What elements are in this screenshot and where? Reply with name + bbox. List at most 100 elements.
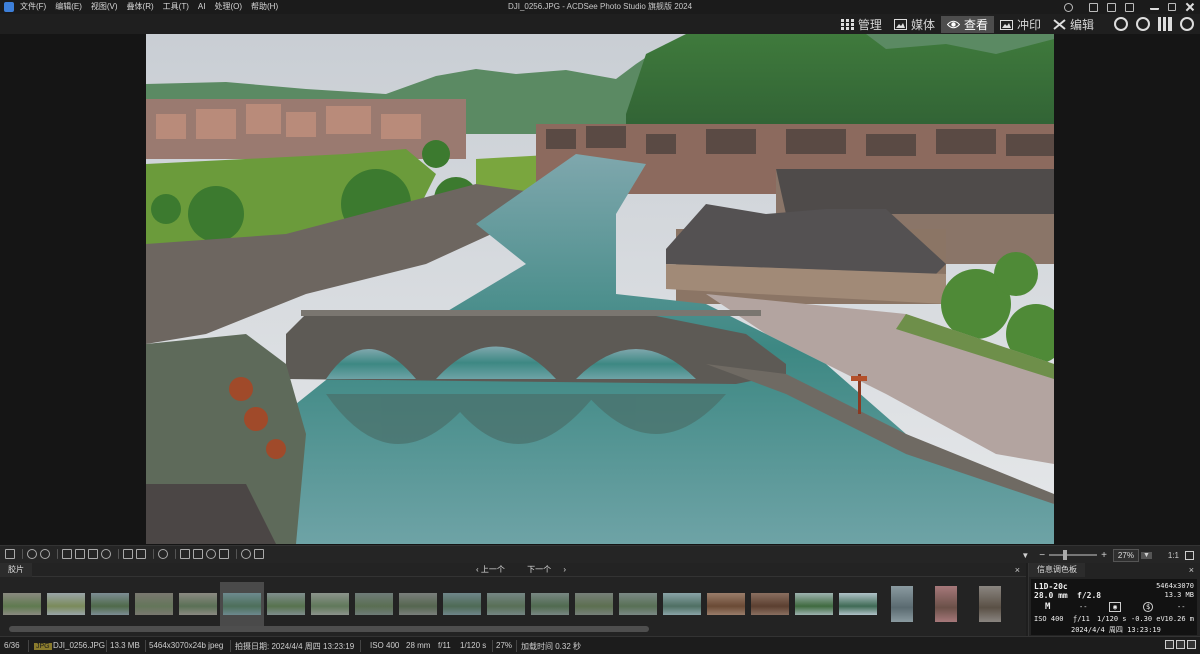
histogram-icon[interactable] (1158, 17, 1172, 31)
zoom-value[interactable]: 27% (1112, 548, 1139, 562)
compare-icon[interactable] (180, 549, 190, 559)
account-icon[interactable] (1064, 2, 1073, 12)
filmstrip-thumbnail[interactable] (619, 582, 657, 626)
360-icon[interactable] (1136, 17, 1150, 31)
thumbnail-image (487, 593, 525, 615)
fit-window-icon[interactable] (1185, 550, 1194, 560)
print-icon[interactable] (5, 549, 15, 559)
status-filename: DJI_0256.JPG (53, 641, 106, 650)
filmstrip-thumbnail[interactable] (531, 582, 569, 626)
fullscreen-icon[interactable] (136, 549, 146, 559)
info-icon[interactable] (219, 549, 229, 559)
filmstrip-thumbnail[interactable] (135, 582, 173, 626)
eye-icon (946, 20, 960, 29)
fit-screen-icon[interactable] (123, 549, 133, 559)
file-size: 13.3 MB (1164, 591, 1194, 599)
mode-develop[interactable]: 冲印 (994, 16, 1047, 33)
rotate-left-icon[interactable] (27, 549, 37, 559)
select-icon[interactable] (62, 549, 72, 559)
next-button[interactable]: 下一个 › (527, 565, 566, 574)
mode-media[interactable]: 媒体 (888, 16, 941, 33)
filmstrip-close-button[interactable]: × (1015, 563, 1020, 577)
status-divider (516, 640, 517, 652)
filmstrip-thumbnail[interactable] (839, 582, 877, 626)
filmstrip-thumbnail[interactable] (883, 582, 921, 626)
filmstrip-thumbnail[interactable] (311, 582, 349, 626)
filmstrip-thumbnail[interactable] (795, 582, 833, 626)
toolbar-divider (175, 549, 176, 559)
view-toolbar: ▼ − + 27% ▼ 1:1 (0, 545, 1200, 563)
zoom-tool-icon[interactable] (101, 549, 111, 559)
filmstrip-thumbnail[interactable] (707, 582, 745, 626)
mode-edit[interactable]: 编辑 (1047, 16, 1100, 33)
filmstrip-thumbnail[interactable] (267, 582, 305, 626)
minimize-icon[interactable] (1150, 5, 1159, 10)
filmstrip-scrollbar[interactable] (9, 626, 649, 632)
restore-icon[interactable] (1168, 3, 1176, 11)
info-palette-tab[interactable]: 信息调色板 (1029, 563, 1085, 577)
zoom-slider-knob[interactable] (1063, 550, 1068, 560)
zoom-out-icon[interactable]: − (1039, 550, 1045, 561)
edit-tools-icon (1053, 19, 1066, 30)
rotate-right-icon[interactable] (40, 549, 50, 559)
filmstrip-thumbnail[interactable] (927, 582, 965, 626)
view-mode-1-icon[interactable] (1165, 640, 1174, 649)
filmstrip-header: 胶片 ‹ 上一个 下一个 › × (0, 563, 1026, 577)
mode-manage-label: 管理 (857, 18, 882, 32)
filmstrip-thumbnail[interactable] (487, 582, 525, 626)
color-icon[interactable] (206, 549, 216, 559)
thumbnail-image (979, 586, 1001, 622)
close-icon[interactable] (1185, 3, 1194, 12)
prev-button[interactable]: ‹ 上一个 (476, 565, 515, 574)
thumbnail-image (663, 593, 701, 615)
main-photo[interactable] (146, 34, 1054, 544)
filmstrip-thumbnail[interactable] (443, 582, 481, 626)
filmstrip-thumbnail[interactable] (179, 582, 217, 626)
filmstrip-thumbnail[interactable] (971, 582, 1009, 626)
info-palette-close-button[interactable]: × (1189, 563, 1194, 577)
zoom-in-icon[interactable]: + (1101, 550, 1107, 561)
mode-edit-label: 编辑 (1069, 18, 1094, 32)
mode-manage[interactable]: 管理 (835, 16, 888, 33)
media-icon (893, 19, 907, 30)
image-dimensions: 5464x3070 (1156, 582, 1194, 590)
view-mode-2-icon[interactable] (1176, 640, 1185, 649)
zoom-dropdown-icon[interactable]: ▼ (1021, 551, 1029, 560)
flash-icon: $ (1143, 602, 1154, 612)
status-index: 6/36 (4, 641, 20, 650)
filmstrip-thumbnail[interactable] (355, 582, 393, 626)
exposure-bias: -0.30 eV (1131, 615, 1165, 623)
eye-icon[interactable] (1180, 17, 1194, 31)
adjust-icon[interactable] (193, 549, 203, 559)
hand-tool-icon[interactable] (75, 549, 85, 559)
layout-bottom-icon[interactable] (1107, 2, 1116, 12)
status-divider (360, 640, 361, 652)
filmstrip-panel: 胶片 ‹ 上一个 下一个 › × (0, 563, 1026, 636)
settings-icon[interactable] (158, 549, 168, 559)
layout-left-icon[interactable] (1089, 2, 1098, 12)
slideshow-icon[interactable] (241, 549, 251, 559)
people-icon[interactable] (1114, 17, 1128, 31)
thumbnail-image (839, 593, 877, 615)
marquee-icon[interactable] (88, 549, 98, 559)
toolbar-divider (236, 549, 237, 559)
layout-right-icon[interactable] (1125, 2, 1134, 12)
status-bar: 6/36 JPG DJI_0256.JPG 13.3 MB 5464x3070x… (0, 636, 1200, 654)
actual-size-button[interactable]: 1:1 (1168, 551, 1179, 560)
filmstrip-thumbnail[interactable] (575, 582, 613, 626)
image-viewer[interactable] (0, 34, 1200, 545)
zoom-value-dropdown-icon[interactable]: ▼ (1140, 551, 1152, 559)
filmstrip-thumbnail[interactable] (47, 582, 85, 626)
filmstrip-thumbnail[interactable] (663, 582, 701, 626)
view-mode-3-icon[interactable] (1187, 640, 1196, 649)
filmstrip-thumbnail[interactable] (399, 582, 437, 626)
zoom-slider[interactable] (1049, 550, 1098, 560)
mode-view[interactable]: 查看 (940, 16, 994, 33)
filmstrip-thumbnail[interactable] (751, 582, 789, 626)
status-focal: 28 mm (406, 641, 431, 650)
more-icon[interactable] (254, 549, 264, 559)
filmstrip-thumbnail[interactable] (3, 582, 41, 626)
filmstrip-thumbnail[interactable] (220, 582, 264, 626)
filmstrip-thumbnail[interactable] (91, 582, 129, 626)
filmstrip-tab[interactable]: 胶片 (0, 563, 32, 577)
